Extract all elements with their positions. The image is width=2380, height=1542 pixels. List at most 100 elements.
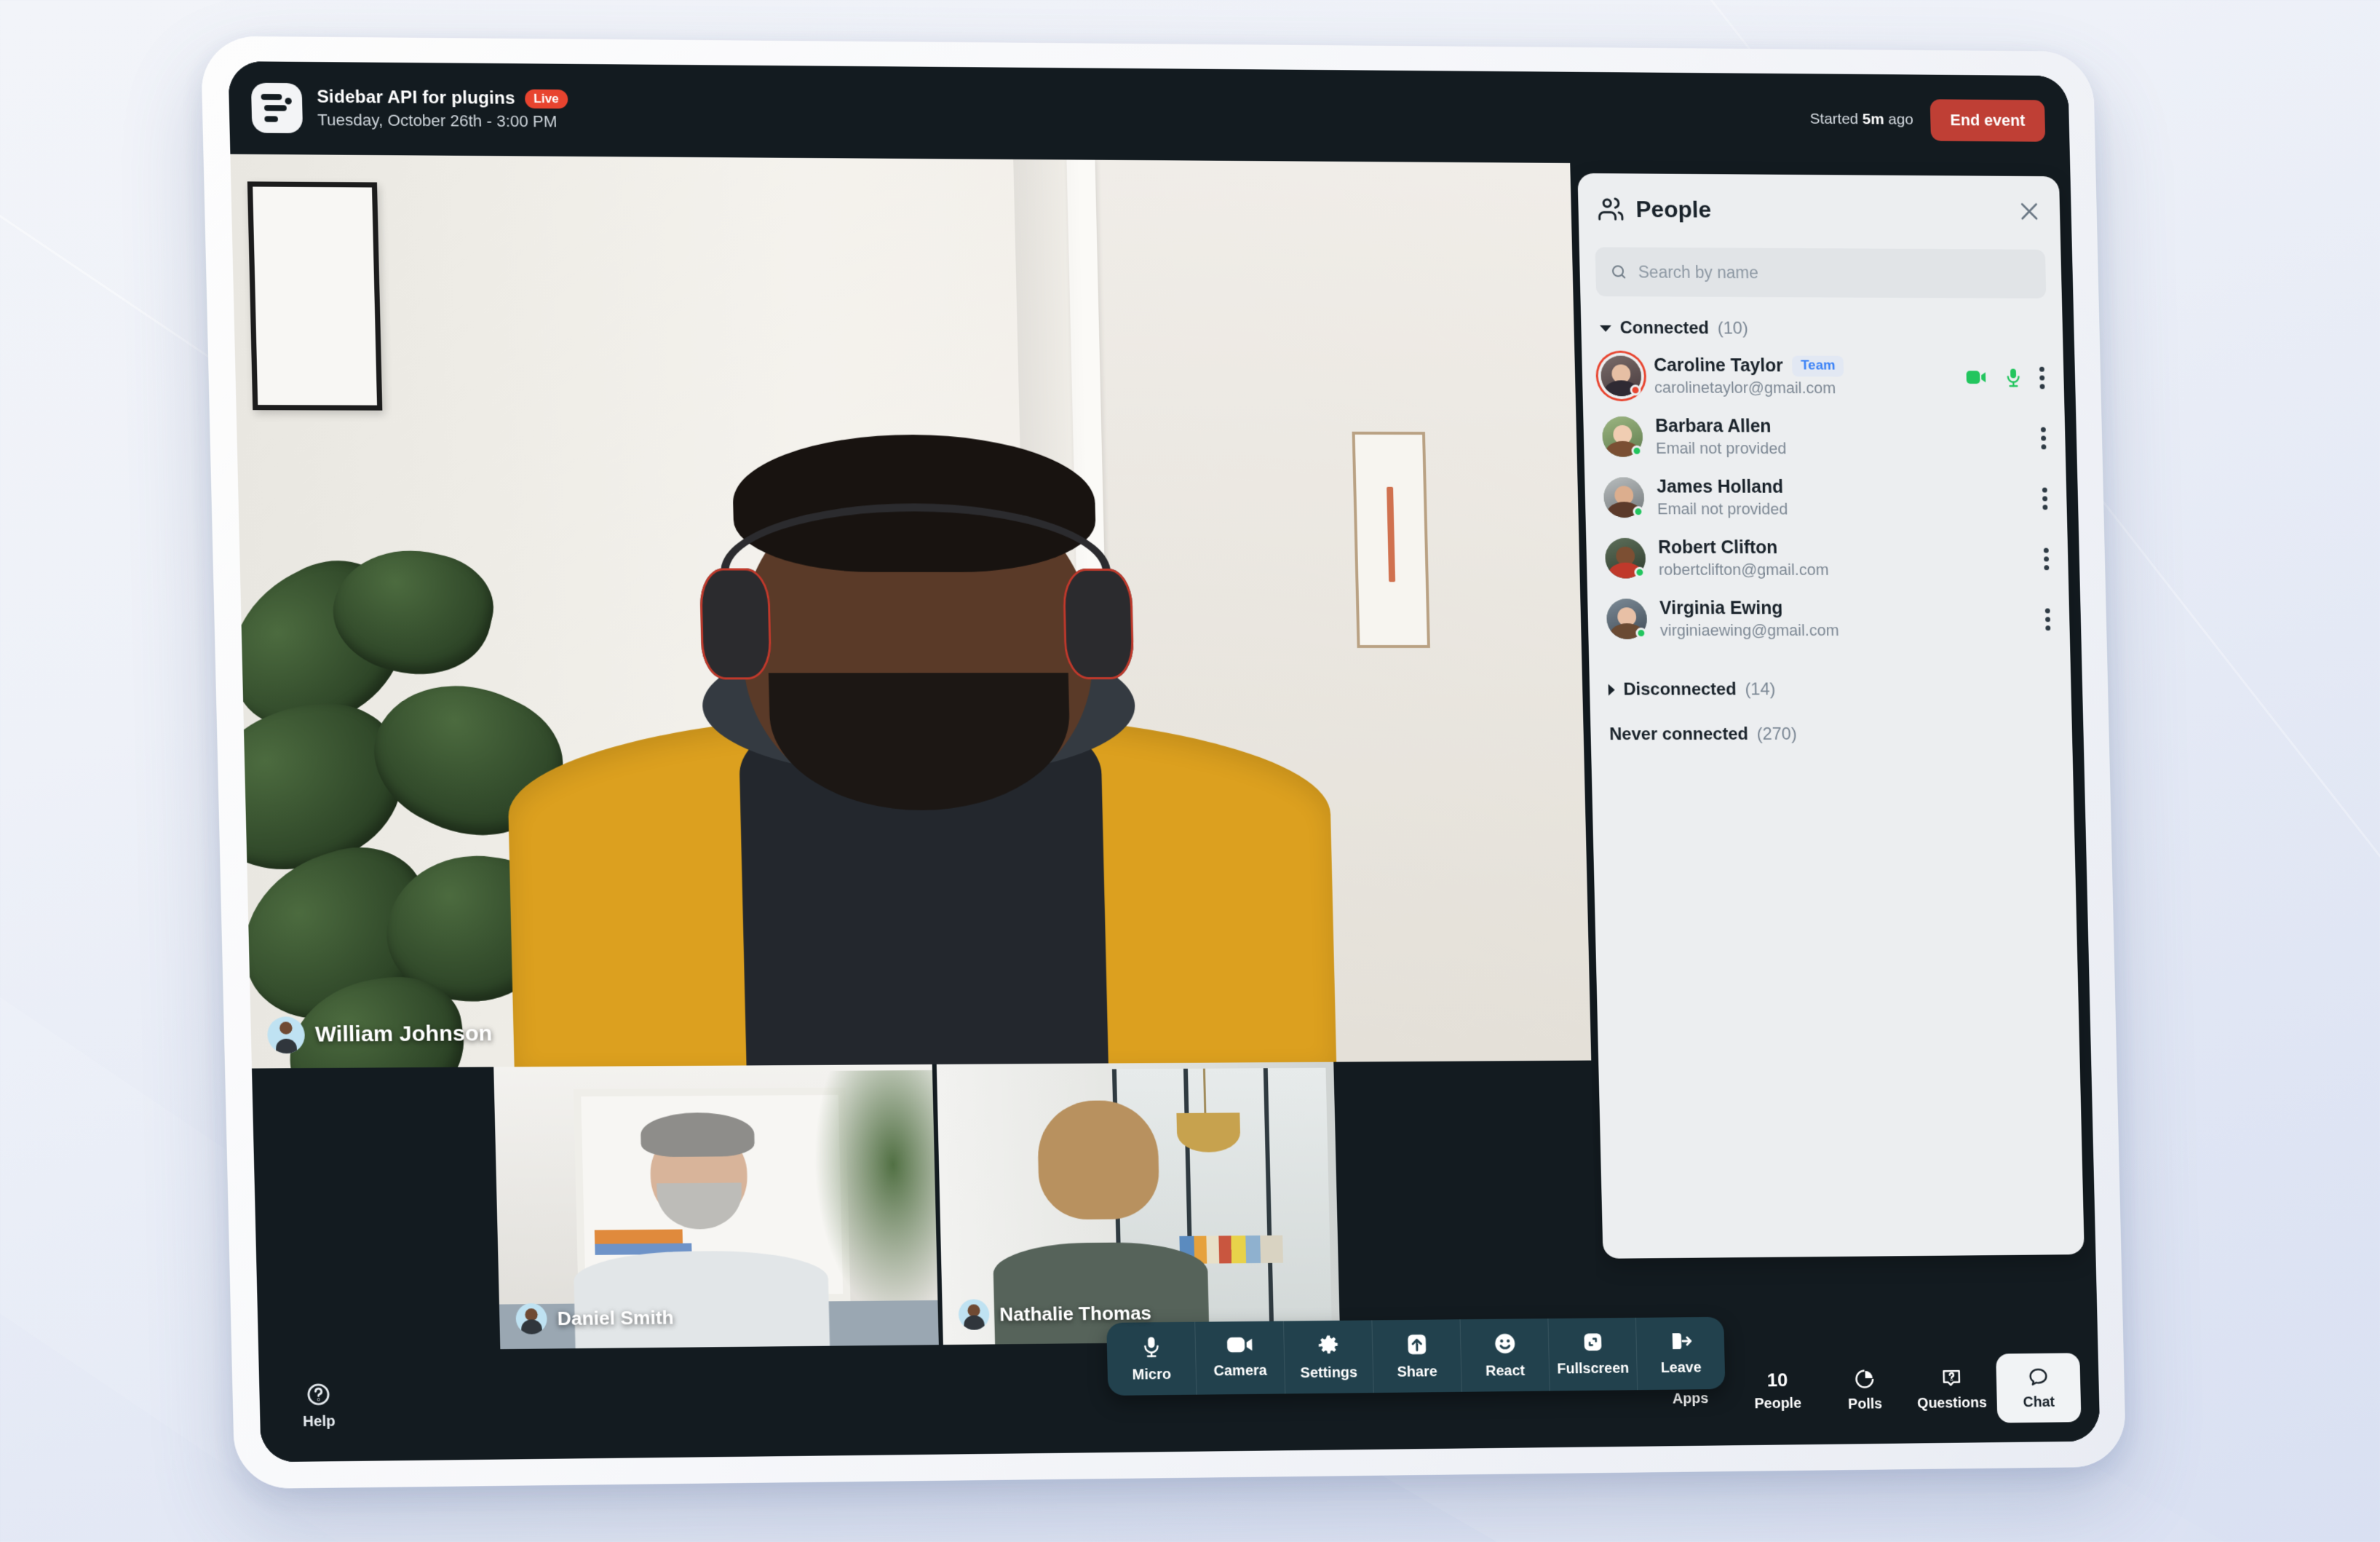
avatar: [1602, 416, 1643, 457]
fullscreen-label: Fullscreen: [1557, 1361, 1629, 1378]
event-datetime: Tuesday, October 26th - 3:00 PM: [317, 111, 568, 132]
react-label: React: [1485, 1363, 1526, 1380]
framed-picture: [247, 182, 382, 411]
help-button[interactable]: Help: [279, 1382, 359, 1431]
avatar: [267, 1016, 305, 1053]
video-stage: William Johnson Daniel Smith Nathalie Th…: [230, 154, 1598, 1352]
leave-exit-icon: [1669, 1330, 1692, 1352]
leave-label: Leave: [1661, 1360, 1702, 1377]
settings-button[interactable]: Settings: [1284, 1320, 1374, 1393]
share-upload-icon: [1405, 1333, 1428, 1356]
avatar: [1606, 598, 1648, 639]
group-header-connected[interactable]: Connected (10): [1580, 296, 2063, 344]
kebab-menu-icon[interactable]: [2045, 608, 2052, 630]
started-prefix: Started: [1809, 111, 1858, 127]
app-body: William Johnson Daniel Smith Nathalie Th…: [230, 154, 2098, 1352]
books: [595, 1229, 683, 1244]
group-label: Disconnected: [1623, 680, 1737, 700]
smiley-icon: [1493, 1332, 1516, 1355]
nav-questions[interactable]: Questions: [1909, 1357, 1994, 1421]
participant-row[interactable]: Barbara Allen Email not provided: [1583, 406, 2066, 468]
nav-people[interactable]: 10 People: [1734, 1360, 1820, 1422]
top-bar-right: Started 5m ago End event: [1809, 98, 2045, 142]
participant-info: James Holland Email not provided: [1657, 477, 1788, 519]
nav-chat[interactable]: Chat: [1996, 1353, 2081, 1423]
kebab-menu-icon[interactable]: [2044, 547, 2050, 570]
participant-email: robertclifton@gmail.com: [1659, 561, 1829, 580]
share-label: Share: [1397, 1364, 1437, 1380]
mic-on-icon[interactable]: [2005, 368, 2021, 388]
participant-row[interactable]: Robert Clifton robertclifton@gmail.com: [1586, 528, 2068, 589]
nav-polls-label: Polls: [1848, 1396, 1882, 1413]
kebab-menu-icon[interactable]: [2039, 366, 2046, 389]
panel-header: People: [1578, 195, 2060, 226]
people-sidebar: People Search by name Connected (10) Car…: [1570, 163, 2098, 1338]
help-circle-icon: [306, 1382, 332, 1407]
share-button[interactable]: Share: [1372, 1319, 1461, 1393]
camera-button[interactable]: Camera: [1195, 1321, 1285, 1395]
kebab-menu-icon[interactable]: [2041, 427, 2047, 449]
camera-on-icon[interactable]: [1965, 369, 1987, 385]
pie-chart-icon: [1854, 1368, 1876, 1390]
avatar: [1600, 356, 1642, 397]
status-dot: [1630, 384, 1641, 395]
kebab-menu-icon[interactable]: [2042, 487, 2049, 510]
search-field[interactable]: [1595, 247, 2047, 298]
participant-row[interactable]: Caroline Taylor Team carolinetaylor@gmai…: [1582, 345, 2064, 408]
nav-chat-label: Chat: [2023, 1394, 2055, 1411]
participant-actions: [2044, 547, 2050, 570]
end-event-button[interactable]: End event: [1930, 99, 2046, 141]
participant-row[interactable]: James Holland Email not provided: [1584, 467, 2067, 528]
thumbnail-name-chip: Daniel Smith: [515, 1302, 674, 1334]
participant-email: carolinetaylor@gmail.com: [1654, 379, 1845, 398]
nav-polls[interactable]: Polls: [1822, 1358, 1908, 1422]
top-bar: Sidebar API for plugins Live Tuesday, Oc…: [228, 61, 2070, 166]
fullscreen-button[interactable]: Fullscreen: [1548, 1318, 1638, 1391]
thumbnail-row: Daniel Smith Nathalie Thomas: [252, 1061, 1598, 1352]
close-icon[interactable]: [2017, 199, 2042, 224]
search-input[interactable]: [1638, 262, 2032, 284]
thumbnail-name-chip: Nathalie Thomas: [959, 1297, 1152, 1330]
status-dot: [1633, 506, 1643, 517]
group-count: (270): [1756, 724, 1797, 745]
group-header-disconnected[interactable]: Disconnected (14): [1589, 649, 2071, 705]
chat-bubble-icon: [2028, 1367, 2050, 1388]
live-badge: Live: [525, 89, 568, 108]
status-dot: [1634, 567, 1645, 578]
framed-picture: [1352, 432, 1430, 648]
nav-apps-label: Apps: [1673, 1391, 1709, 1407]
participant-actions: [2042, 487, 2049, 510]
thumbnail-tile[interactable]: Daniel Smith: [493, 1064, 939, 1349]
micro-button[interactable]: Micro: [1106, 1322, 1197, 1396]
leave-button[interactable]: Leave: [1636, 1317, 1726, 1391]
group-header-never-connected[interactable]: Never connected (270): [1590, 704, 2073, 749]
camera-icon: [1226, 1335, 1254, 1355]
thumbnail-tile[interactable]: Nathalie Thomas: [937, 1062, 1340, 1345]
group-count: (14): [1745, 680, 1776, 700]
participant-name: Robert Clifton: [1658, 537, 1778, 558]
participant-email: Email not provided: [1657, 499, 1788, 518]
event-title: Sidebar API for plugins: [317, 87, 515, 108]
participant-row[interactable]: Virginia Ewing virginiaewing@gmail.com: [1587, 588, 2070, 649]
thumbnail-name: Daniel Smith: [557, 1306, 674, 1330]
participant-info: Virginia Ewing virginiaewing@gmail.com: [1659, 598, 1839, 640]
gear-icon: [1317, 1334, 1341, 1357]
main-speaker-name-chip: William Johnson: [267, 1016, 493, 1053]
pendant-lamp: [1176, 1112, 1240, 1152]
react-button[interactable]: React: [1461, 1318, 1550, 1392]
participant-actions: [2045, 608, 2052, 630]
participant-name: James Holland: [1657, 477, 1783, 498]
people-icon: [1597, 195, 1625, 223]
participant-info: Robert Clifton robertclifton@gmail.com: [1658, 537, 1829, 580]
participant-info: Caroline Taylor Team carolinetaylor@gmai…: [1654, 355, 1844, 398]
fullscreen-icon: [1582, 1331, 1603, 1353]
group-label: Never connected: [1609, 724, 1748, 745]
participant-name: Barbara Allen: [1655, 416, 1772, 437]
device-screen: Sidebar API for plugins Live Tuesday, Oc…: [228, 61, 2100, 1462]
participant-head: [1055, 1119, 1141, 1212]
participant-head: [649, 1127, 748, 1223]
livestorm-logo-icon: [251, 83, 303, 133]
help-label: Help: [303, 1413, 336, 1431]
participant-name: Virginia Ewing: [1659, 598, 1783, 619]
main-video-tile[interactable]: William Johnson: [230, 154, 1591, 1069]
